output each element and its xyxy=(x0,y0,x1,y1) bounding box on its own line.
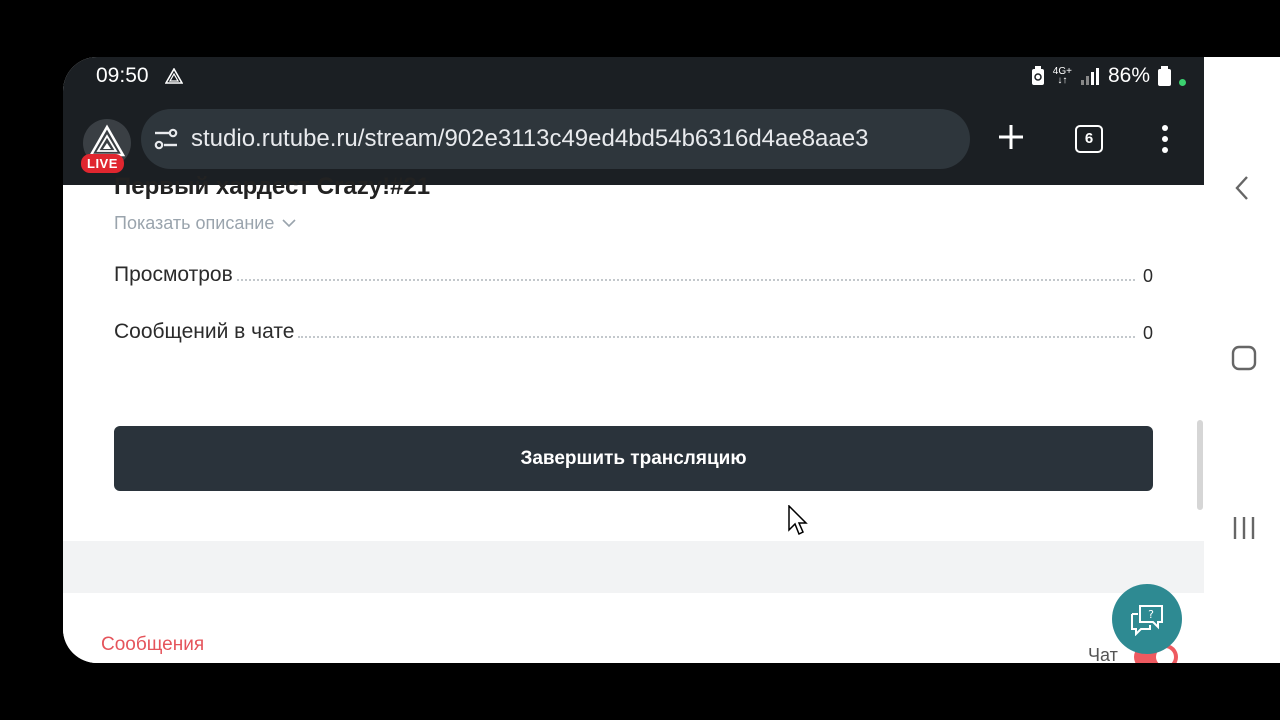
url-text: studio.rutube.ru/stream/902e3113c49ed4bd… xyxy=(191,125,869,152)
show-description-toggle[interactable]: Показать описание xyxy=(114,213,296,234)
status-bar: 09:50 4G+ ↓↑ 86% xyxy=(63,57,1204,97)
battery-icon xyxy=(1158,66,1171,86)
stat-label: Сообщений в чате xyxy=(114,320,295,343)
notification-dot xyxy=(1179,78,1186,86)
stat-label: Просмотров xyxy=(114,263,233,286)
network-type-label: 4G+ ↓↑ xyxy=(1052,66,1072,86)
battery-saver-icon xyxy=(1031,66,1044,85)
help-chat-button[interactable]: ? xyxy=(1112,584,1182,654)
help-chat-icon: ? xyxy=(1131,605,1163,636)
site-settings-icon[interactable] xyxy=(153,126,179,152)
more-menu-icon[interactable] xyxy=(1159,124,1171,154)
recent-apps-icon[interactable] xyxy=(1232,515,1256,541)
page-content: Первый хардест Crazy!#21 Показать описан… xyxy=(63,173,1204,663)
mouse-cursor-icon xyxy=(788,505,808,536)
browser-toolbar: LIVE studio.rutube.ru/stream/902e3113c49… xyxy=(63,97,1204,185)
scrollbar-thumb[interactable] xyxy=(1197,420,1203,510)
dotted-leader xyxy=(298,336,1135,338)
stat-value: 0 xyxy=(1142,266,1153,286)
stream-title: Первый хардест Crazy!#21 xyxy=(114,173,431,200)
tab-messages[interactable]: Сообщения xyxy=(101,634,204,656)
tab-switcher-button[interactable]: 6 xyxy=(1075,125,1103,153)
home-icon[interactable] xyxy=(1231,345,1257,371)
back-icon[interactable] xyxy=(1234,175,1250,201)
chat-toggle-label: Чат xyxy=(1088,645,1118,663)
status-right: 4G+ ↓↑ 86% xyxy=(1031,64,1186,88)
status-time: 09:50 xyxy=(96,64,149,87)
live-badge: LIVE xyxy=(81,154,124,173)
views-stat-row: Просмотров 0 xyxy=(114,263,1153,287)
android-nav-bar xyxy=(1204,57,1280,663)
address-bar[interactable]: studio.rutube.ru/stream/902e3113c49ed4bd… xyxy=(141,109,970,169)
dotted-leader xyxy=(236,279,1135,281)
notification-triangle-icon xyxy=(165,68,183,84)
chevron-down-icon xyxy=(282,219,296,228)
svg-text:?: ? xyxy=(1148,608,1154,621)
show-description-label: Показать описание xyxy=(114,213,275,233)
end-stream-button[interactable]: Завершить трансляцию xyxy=(114,426,1153,491)
stat-value: 0 xyxy=(1142,323,1153,343)
new-tab-icon[interactable] xyxy=(996,122,1026,152)
battery-percent: 86% xyxy=(1107,64,1150,87)
signal-icon xyxy=(1080,68,1099,85)
phone-screen: 09:50 4G+ ↓↑ 86% LIVE studio.rutube.ru/s… xyxy=(63,57,1204,663)
section-divider xyxy=(63,541,1204,593)
chat-messages-stat-row: Сообщений в чате 0 xyxy=(114,320,1153,344)
